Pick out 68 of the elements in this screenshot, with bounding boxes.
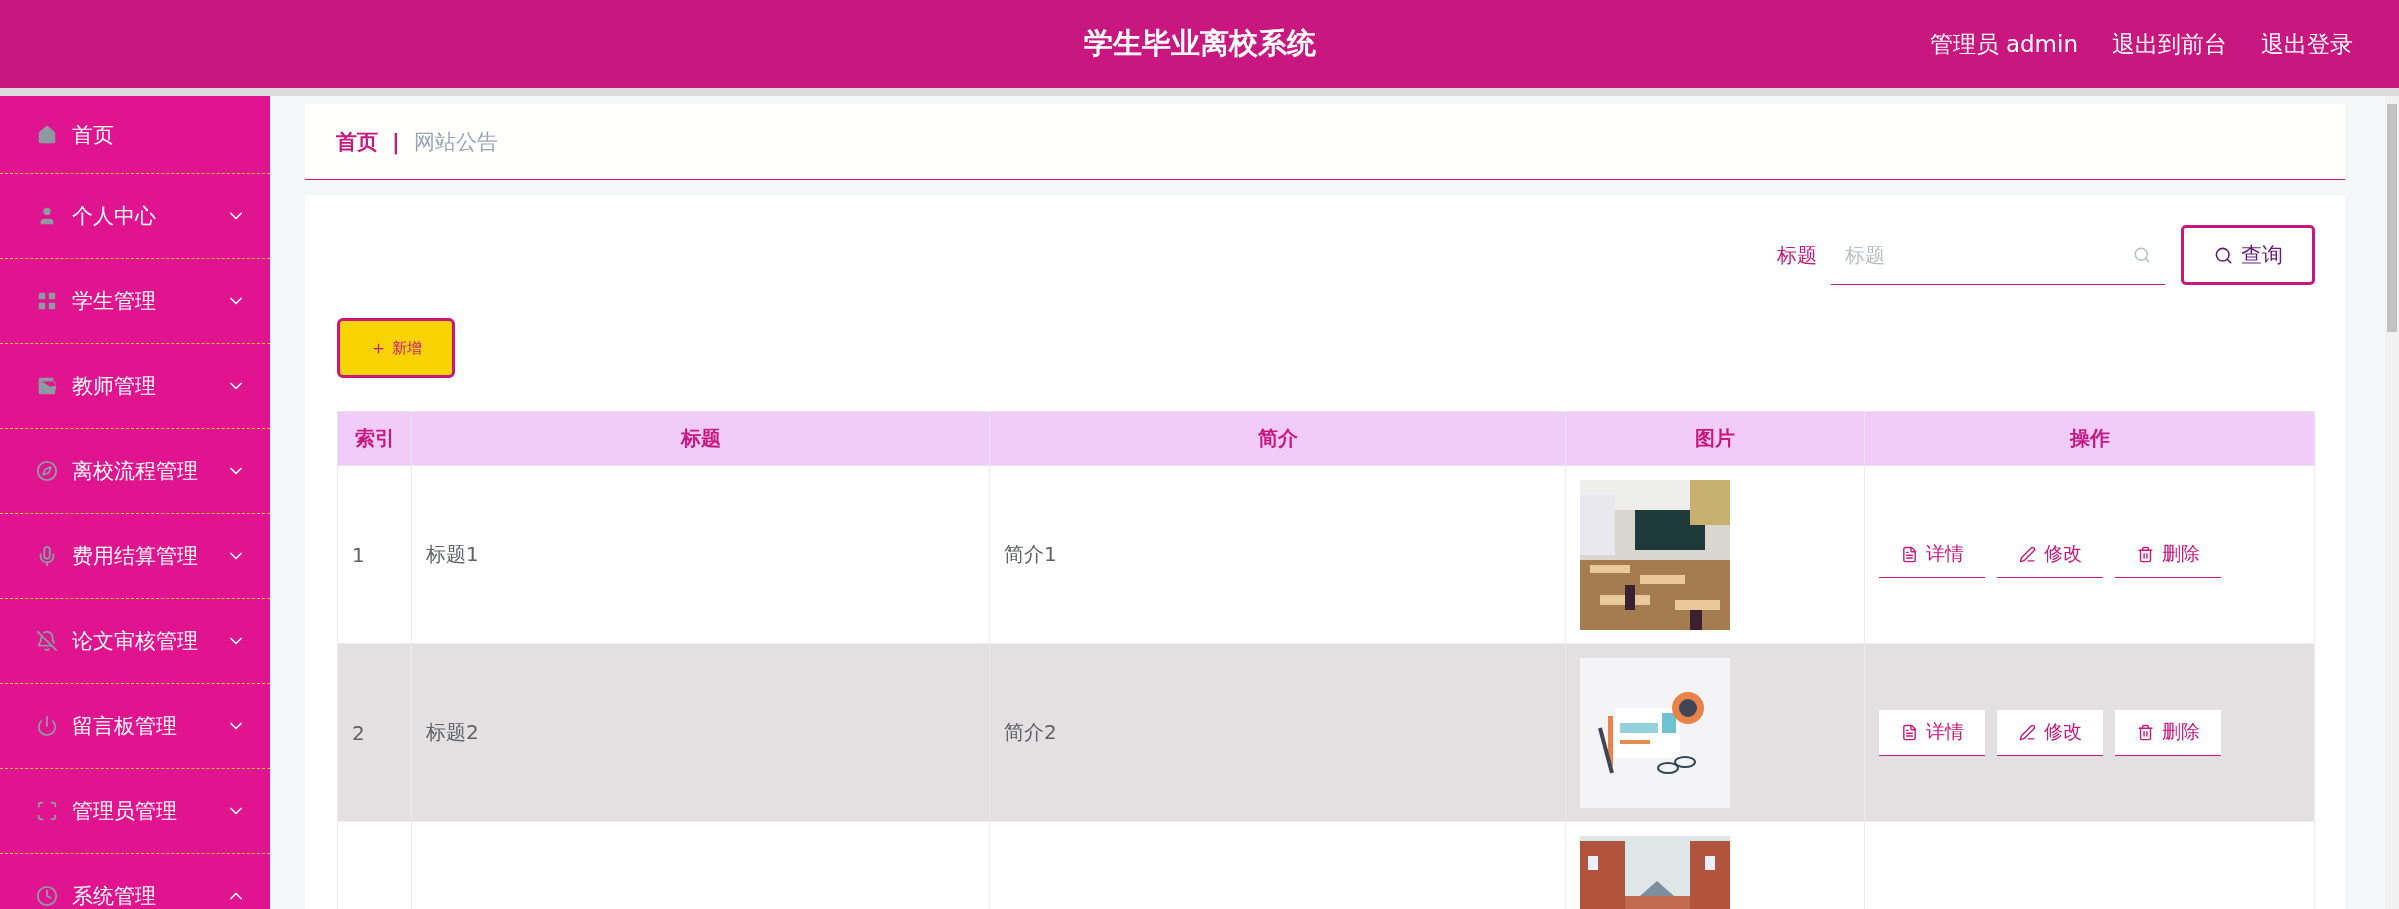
action-button[interactable]: 详情	[1879, 531, 1985, 578]
breadcrumb-link[interactable]: 首页	[336, 127, 378, 156]
compass-icon	[36, 460, 58, 482]
menu-label: 费用结算管理	[72, 543, 199, 570]
menu-label: 学生管理	[72, 288, 157, 315]
menu-label: 离校流程管理	[72, 458, 199, 485]
sidebar-item[interactable]: 个人中心	[0, 174, 270, 259]
sidebar-item[interactable]: 费用结算管理	[0, 514, 270, 599]
column-header: 图片	[1565, 411, 1865, 466]
pen-icon	[2018, 723, 2036, 741]
sidebar-item[interactable]: 离校流程管理	[0, 429, 270, 514]
clock-icon	[36, 885, 58, 907]
menu-label: 个人中心	[72, 203, 157, 230]
table-row[interactable]: 2 标题2 简介2 详情 修改 删除	[337, 643, 2315, 822]
search-icon	[2213, 245, 2233, 265]
action-button[interactable]: 删除	[2115, 709, 2221, 756]
action-button[interactable]: 修改	[1997, 531, 2103, 578]
search-field[interactable]: 标题	[1831, 225, 2165, 285]
action-button[interactable]: 删除	[2115, 531, 2221, 578]
action-button[interactable]: 修改	[1997, 709, 2103, 756]
table-cell: 简介1	[989, 465, 1566, 644]
header-link[interactable]: 退出到前台	[2112, 28, 2227, 60]
sidebar-item[interactable]: 论文审核管理	[0, 599, 270, 684]
scrollbar[interactable]	[2385, 96, 2399, 909]
document-icon	[1900, 723, 1918, 741]
menu-label: 留言板管理	[72, 713, 178, 740]
plus-icon	[370, 340, 386, 356]
table-cell: 标题1	[411, 465, 990, 644]
column-header: 操作	[1864, 411, 2315, 466]
frame-icon	[36, 800, 58, 822]
header-link[interactable]: 退出登录	[2261, 28, 2353, 60]
menu-label: 教师管理	[72, 373, 157, 400]
sidebar-item[interactable]: 系统管理	[0, 854, 270, 909]
trash-icon	[2136, 545, 2154, 563]
table-cell: 标题2	[411, 643, 990, 822]
home-icon	[36, 123, 58, 146]
sidebar-item[interactable]: 首页	[0, 96, 270, 174]
table-row[interactable]: 1 标题1 简介1 详情 修改 删除	[337, 465, 2315, 644]
document-icon	[1900, 545, 1918, 563]
menu-label: 管理员管理	[72, 798, 178, 825]
menu-label: 首页	[72, 121, 115, 149]
wallet-icon	[36, 375, 58, 397]
action-button[interactable]: 详情	[1879, 709, 1985, 756]
column-header: 简介	[989, 411, 1566, 466]
sidebar-item[interactable]: 留言板管理	[0, 684, 270, 769]
sidebar-item[interactable]: 学生管理	[0, 259, 270, 344]
trash-icon	[2136, 723, 2154, 741]
search-label: 标题	[1777, 241, 1817, 269]
menu-label: 论文审核管理	[72, 628, 199, 655]
column-header: 索引	[337, 411, 412, 466]
sidebar-item[interactable]: 管理员管理	[0, 769, 270, 854]
sidebar-item[interactable]: 教师管理	[0, 344, 270, 429]
bell-off-icon	[36, 630, 58, 652]
app-title: 学生毕业离校系统	[1083, 25, 1316, 62]
grid-icon	[36, 290, 58, 312]
column-header: 标题	[411, 411, 990, 466]
breadcrumb-current: 网站公告	[413, 128, 498, 156]
table-cell: 2	[337, 643, 412, 822]
breadcrumb-separator: |	[392, 129, 400, 154]
add-button[interactable]: 新增	[337, 318, 455, 378]
menu-label: 系统管理	[72, 883, 157, 909]
pen-icon	[2018, 545, 2036, 563]
header-link[interactable]: 管理员 admin	[1929, 28, 2078, 60]
power-icon	[36, 715, 58, 737]
search-button[interactable]: 查询	[2181, 225, 2315, 285]
table-cell: 简介2	[989, 643, 1566, 822]
search-icon	[2133, 246, 2151, 264]
table-cell: 1	[337, 465, 412, 644]
